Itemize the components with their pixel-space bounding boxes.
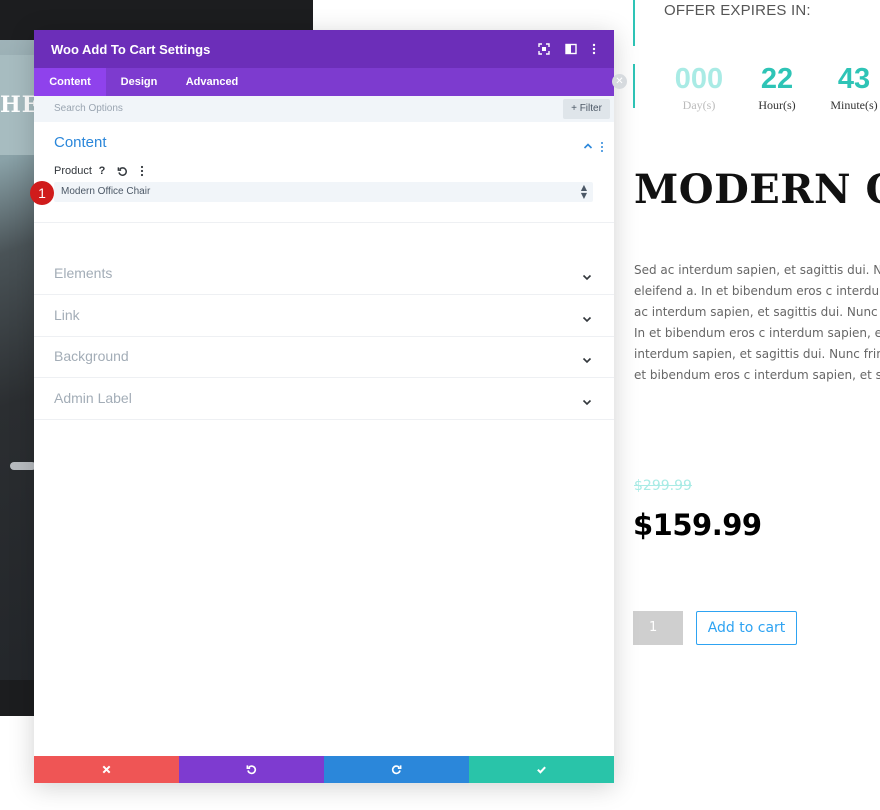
product-title: MODERN OF — [634, 166, 880, 213]
sale-price: $159.99 — [633, 508, 762, 542]
modal-title: Woo Add To Cart Settings — [51, 42, 211, 57]
section-content-title[interactable]: Content — [54, 134, 107, 151]
tab-content[interactable]: Content — [34, 68, 106, 96]
select-arrows-icon: ▲ ▼ — [580, 183, 587, 200]
close-icon — [102, 765, 111, 774]
undo-button[interactable] — [179, 756, 324, 783]
countdown-hours: 22 Hour(s) — [752, 60, 802, 112]
description-line: eleifend a. In et bibendum eros c interd… — [634, 284, 880, 298]
description-line: interdum sapien, et sagittis dui. Nunc f… — [634, 347, 880, 361]
section-admin-label[interactable]: Admin Label — [34, 378, 614, 420]
section-background-title: Background — [54, 348, 129, 364]
section-link[interactable]: Link — [34, 295, 614, 337]
undo-icon — [246, 765, 257, 775]
countdown-hours-value: 22 — [760, 63, 794, 95]
close-circle-icon[interactable]: ✕ — [612, 74, 627, 89]
section-link-title: Link — [54, 307, 80, 323]
chevron-down-icon — [581, 393, 593, 406]
chevron-up-icon[interactable] — [582, 137, 594, 149]
quantity-input[interactable]: 1 — [633, 611, 683, 645]
countdown-minutes-value: 43 — [837, 63, 871, 95]
cancel-button[interactable] — [34, 756, 179, 783]
search-row: Search Options + Filter — [34, 96, 614, 122]
chevron-down-icon — [581, 351, 593, 364]
section-admin-label-title: Admin Label — [54, 390, 132, 406]
countdown-minutes-label: Minute(s) — [830, 98, 878, 112]
section-options-icon[interactable] — [600, 138, 604, 152]
offer-label: OFFER EXPIRES IN: — [664, 2, 811, 19]
checkmark-icon — [537, 766, 546, 774]
reset-icon[interactable] — [115, 164, 129, 178]
description-line: In et bibendum eros c interdum sapien, e — [634, 326, 880, 340]
split-view-icon[interactable] — [563, 41, 579, 57]
tab-design[interactable]: Design — [106, 68, 172, 96]
chevron-down-icon — [581, 268, 593, 281]
product-select-value: Modern Office Chair — [61, 186, 151, 197]
modal-footer — [34, 756, 614, 783]
countdown-days-value: 000 — [674, 63, 724, 95]
fullscreen-icon[interactable] — [536, 41, 552, 57]
section-elements-title: Elements — [54, 265, 113, 281]
countdown-accent-bar — [633, 64, 635, 108]
countdown-days-label: Day(s) — [682, 98, 716, 112]
product-field-label: Product — [54, 165, 92, 177]
offer-accent-bar — [633, 0, 635, 46]
modal-header: Woo Add To Cart Settings — [34, 30, 614, 68]
product-select[interactable]: Modern Office Chair ▲ ▼ — [54, 182, 593, 202]
add-to-cart-button[interactable]: Add to cart — [696, 611, 797, 645]
settings-modal: Woo Add To Cart Settings Content Design … — [30, 30, 614, 783]
old-price: $299.99 — [634, 478, 692, 494]
page: HE I OFFER EXPIRES IN: 000 Day(s) 22 Hou… — [0, 0, 880, 810]
countdown-days: 000 Day(s) — [668, 60, 730, 112]
search-input[interactable]: Search Options — [54, 103, 123, 114]
filter-button[interactable]: + Filter — [563, 99, 610, 119]
chevron-down-icon — [581, 310, 593, 323]
tab-advanced[interactable]: Advanced — [176, 68, 248, 96]
countdown-minutes: 43 Minute(s) — [828, 60, 880, 112]
description-line: ac interdum sapien, et sagittis dui. Nun… — [634, 305, 880, 319]
modal-body: Content Product ? Modern Office Chair ▲ — [30, 122, 614, 755]
field-options-icon[interactable] — [135, 164, 149, 178]
redo-button[interactable] — [324, 756, 469, 783]
product-description: Sed ac interdum sapien, et sagittis dui.… — [634, 260, 880, 386]
chair-detail — [10, 462, 36, 470]
more-options-icon[interactable] — [586, 41, 602, 57]
redo-icon — [391, 765, 402, 775]
help-icon[interactable]: ? — [95, 164, 109, 178]
modal-tabs: Content Design Advanced — [34, 68, 614, 96]
step-badge: 1 — [30, 181, 54, 205]
countdown-hours-label: Hour(s) — [758, 98, 796, 112]
save-button[interactable] — [469, 756, 614, 783]
section-elements[interactable]: Elements — [34, 253, 614, 295]
description-line: Sed ac interdum sapien, et sagittis dui.… — [634, 263, 880, 277]
description-line: et bibendum eros c interdum sapien, et s… — [634, 368, 880, 382]
section-background[interactable]: Background — [34, 336, 614, 378]
section-content: Content Product ? Modern Office Chair ▲ — [30, 122, 614, 223]
